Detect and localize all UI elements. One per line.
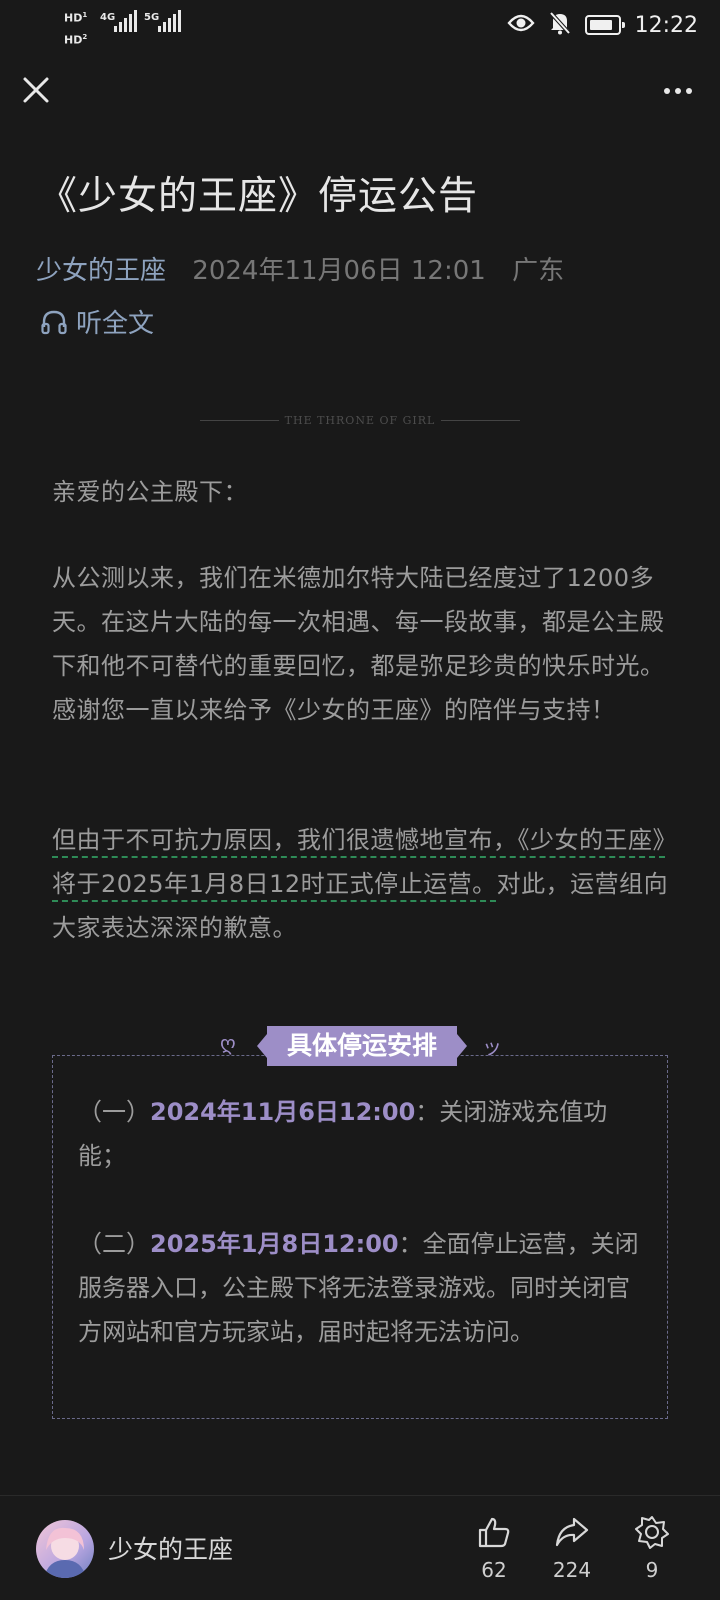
publish-date: 2024年11月06日 12:01 [192,256,486,286]
signal-strength-icon-2 [158,10,181,32]
article-title: 《少女的王座》停运公告 [38,174,479,219]
article-page: HD1 HD2 4G 5G 12:22 《少女的王座》停运公告 少女的王座 20… [0,0,720,1600]
schedule-date: 2025年1月8日12:00 [150,1230,399,1258]
thumbs-up-icon [478,1517,510,1548]
more-dot-icon [675,88,681,94]
schedule-item-2: （二）2025年1月8日12:00：全面停止运营，关闭服务器入口，公主殿下将无法… [78,1230,639,1346]
more-options-button[interactable] [656,74,700,108]
schedule-title: 具体停运安排 [256,1026,468,1066]
like-count: 62 [481,1558,507,1582]
network-4g-label: 4G [100,12,116,23]
sim2-hd-icon: HD2 [64,32,88,47]
listen-label: 听全文 [76,309,155,339]
status-right: 12:22 [507,10,698,40]
muted-bell-icon [549,11,571,39]
star-burst-icon [635,1516,669,1549]
article-meta: 少女的王座 2024年11月06日 12:01 广东 [36,250,564,287]
sim1-hd-icon: HD1 [64,11,88,25]
swirl-right-icon: ッ [482,1035,502,1059]
paragraph-1: 从公测以来，我们在米德加尔特大陆已经度过了1200多天。在这片大陆的每一次相遇、… [52,564,665,724]
share-count: 224 [552,1558,592,1582]
network-5g-label: 5G [144,12,160,23]
share-arrow-icon [555,1517,589,1547]
schedule-item-1: （一）2024年11月6日12:00：关闭游戏充值功能； [78,1098,608,1170]
bottom-author-name[interactable]: 少女的王座 [108,1530,233,1566]
publish-location: 广东 [512,256,565,286]
listen-full-button[interactable]: 听全文 [40,303,154,340]
divider-text: THE THRONE OF GIRL [284,413,436,427]
headphones-icon [41,310,67,334]
close-icon [23,77,49,103]
eye-icon [507,13,535,37]
share-button[interactable]: 224 [542,1510,602,1582]
clock: 12:22 [634,12,698,38]
bottom-action-bar: 少女的王座 62 224 9 [0,1495,720,1600]
schedule-header: ღ 具体停运安排 ッ [220,1025,502,1067]
greeting: 亲爱的公主殿下： [52,478,248,506]
author-avatar[interactable] [36,1520,94,1578]
like-button[interactable]: 62 [464,1510,524,1582]
favorite-button[interactable]: 9 [622,1510,682,1582]
decorative-divider: THE THRONE OF GIRL [200,410,520,430]
favorite-count: 9 [645,1558,659,1582]
signal-strength-icon [114,10,137,32]
battery-icon [584,15,625,35]
paragraph-2: 但由于不可抗力原因，我们很遗憾地宣布，《少女的王座》将于2025年1月8日12时… [52,818,672,950]
sim-indicators: HD1 HD2 [64,6,87,49]
author-link[interactable]: 少女的王座 [36,256,166,286]
status-bar: HD1 HD2 4G 5G 12:22 [0,0,720,50]
close-button[interactable] [16,70,56,110]
swirl-left-icon: ღ [220,1031,236,1055]
more-dot-icon [686,88,692,94]
more-dot-icon [664,88,670,94]
schedule-date: 2024年11月6日12:00 [150,1098,416,1126]
